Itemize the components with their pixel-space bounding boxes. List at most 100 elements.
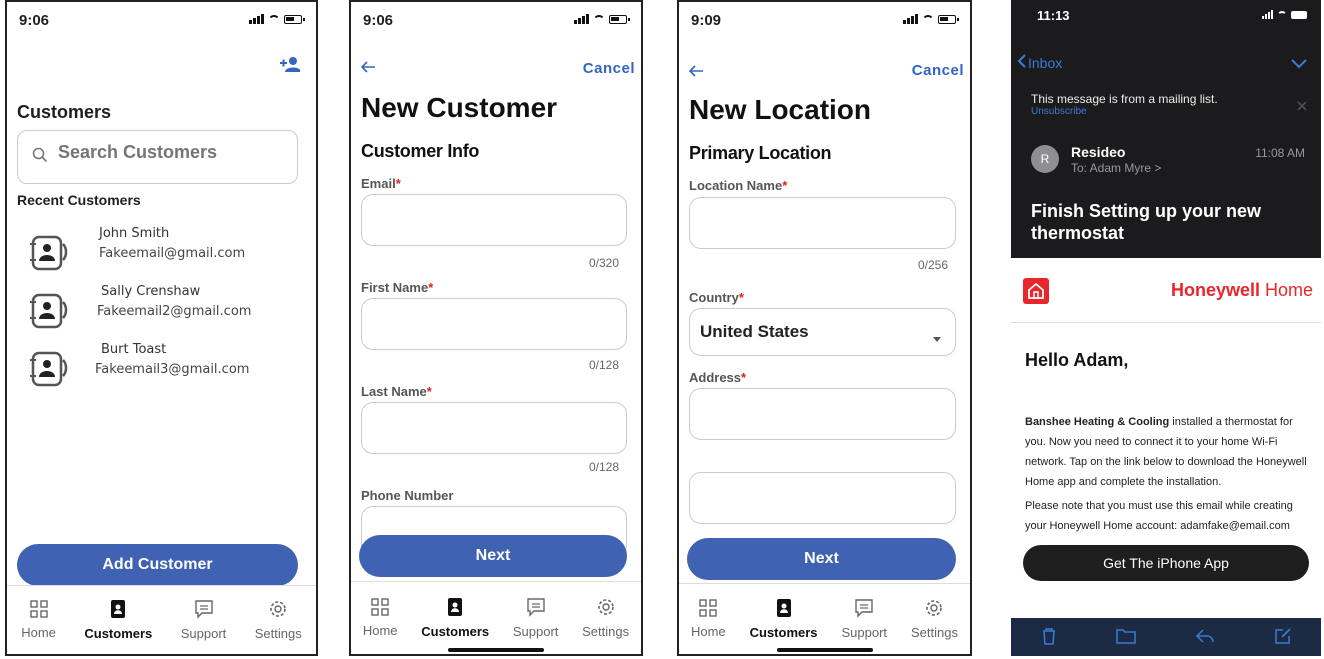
- page-title: New Customer: [361, 92, 558, 123]
- tab-customers[interactable]: Customers: [421, 597, 489, 639]
- body-paragraph-2: Please note that you must use this email…: [1025, 500, 1293, 532]
- chat-icon: [194, 599, 214, 623]
- wifi-icon: [922, 15, 934, 24]
- first-name-counter: 0/128: [588, 358, 619, 372]
- country-select[interactable]: United States: [689, 308, 956, 356]
- tab-support[interactable]: Support: [180, 599, 227, 641]
- gear-icon: [596, 597, 616, 621]
- contact-book-icon: [108, 599, 128, 623]
- reply-icon[interactable]: [1195, 628, 1215, 649]
- tab-label: Customers: [749, 625, 818, 640]
- label-text: Address: [689, 370, 742, 385]
- status-icons: [903, 14, 959, 24]
- add-customer-button[interactable]: Add Customer: [17, 544, 298, 586]
- cancel-button[interactable]: Cancel: [912, 62, 964, 79]
- signal-icon: [903, 14, 918, 24]
- location-name-field[interactable]: [689, 197, 956, 249]
- grid-icon: [29, 600, 48, 622]
- installer-name: Banshee Heating & Cooling: [1025, 416, 1170, 428]
- email-subject: Finish Setting up your new thermostat: [1031, 201, 1262, 243]
- status-time: 9:09: [691, 12, 722, 29]
- cancel-button[interactable]: Cancel: [583, 60, 635, 77]
- required-marker: *: [741, 370, 747, 385]
- search-input[interactable]: [56, 141, 280, 164]
- tab-label: Customers: [84, 626, 153, 641]
- honeywell-home-logo-icon: [1023, 278, 1049, 309]
- status-bar: 9:06: [351, 10, 641, 34]
- tab-support[interactable]: Support: [513, 597, 558, 639]
- status-bar: 9:06: [7, 10, 316, 34]
- body-paragraph-1: Banshee Heating & Cooling installed a th…: [1025, 412, 1307, 492]
- tab-customers[interactable]: Customers: [84, 599, 152, 641]
- unsubscribe-link[interactable]: Unsubscribe: [1031, 106, 1311, 117]
- sender-avatar: R: [1031, 145, 1059, 173]
- recipient-line[interactable]: To: Adam Myre >: [1071, 161, 1161, 175]
- email-body: Honeywell Home Hello Adam, Banshee Heati…: [1011, 258, 1321, 618]
- first-name-label: First Name*: [361, 280, 433, 295]
- address-label: Address*: [689, 370, 746, 385]
- tab-bar: Home Customers Support Settings: [351, 581, 641, 654]
- last-name-label: Last Name*: [361, 384, 432, 399]
- inbox-back-button[interactable]: Inbox: [1017, 54, 1062, 71]
- compose-icon[interactable]: [1274, 627, 1292, 650]
- tab-label: Settings: [254, 626, 302, 641]
- greeting: Hello Adam,: [1025, 350, 1129, 370]
- back-arrow-icon[interactable]: [360, 60, 375, 78]
- contact-book-icon: [445, 597, 465, 621]
- tab-settings[interactable]: Settings: [255, 599, 302, 641]
- home-indicator: [776, 648, 873, 652]
- email-label: Email*: [361, 176, 401, 191]
- tab-bar: Home Customers Support Settings: [679, 583, 970, 654]
- customer-row[interactable]: Burt Toast Fakeemail3@gmail.com: [29, 342, 316, 392]
- tab-label: Home: [362, 623, 398, 638]
- required-marker: *: [426, 384, 432, 399]
- new-location-screen: 9:09 Cancel New Location Primary Locatio…: [677, 0, 972, 656]
- tab-settings[interactable]: Settings: [582, 597, 629, 639]
- tab-settings[interactable]: Settings: [911, 598, 958, 640]
- address-field[interactable]: [689, 388, 956, 440]
- search-icon: [32, 147, 48, 168]
- email-field[interactable]: [361, 194, 627, 246]
- next-button[interactable]: Next: [687, 538, 956, 580]
- tab-home[interactable]: Home: [691, 599, 726, 639]
- last-name-field[interactable]: [361, 402, 627, 454]
- search-bar[interactable]: [17, 130, 298, 184]
- email-counter: 0/320: [588, 256, 619, 270]
- phone-number-label: Phone Number: [361, 488, 454, 503]
- brand-wordmark: Honeywell Home: [1171, 280, 1313, 301]
- signal-icon: [1262, 10, 1273, 19]
- mail-toolbar: [1011, 618, 1321, 656]
- status-time: 9:06: [363, 12, 394, 29]
- avatar-initial: R: [1040, 152, 1050, 166]
- customer-row[interactable]: John Smith Fakeemail@gmail.com: [29, 226, 316, 276]
- first-name-field[interactable]: [361, 298, 627, 350]
- back-arrow-icon[interactable]: [688, 64, 703, 82]
- tab-bar: Home Customers Support Settings: [7, 585, 316, 654]
- required-marker: *: [395, 176, 401, 191]
- address-line2-field[interactable]: [689, 472, 956, 524]
- next-button[interactable]: Next: [359, 535, 627, 577]
- folder-icon[interactable]: [1115, 628, 1136, 649]
- status-time: 9:06: [19, 12, 50, 29]
- tab-home[interactable]: Home: [363, 598, 398, 638]
- close-icon[interactable]: [1297, 98, 1307, 116]
- tab-label: Support: [841, 625, 888, 640]
- label-text: Email: [361, 176, 396, 191]
- customer-row[interactable]: Sally Crenshaw Fakeemail2@gmail.com: [29, 284, 316, 334]
- get-iphone-app-button[interactable]: Get The iPhone App: [1023, 545, 1309, 581]
- country-label: Country*: [689, 290, 744, 305]
- add-user-icon[interactable]: [280, 56, 301, 72]
- contact-book-icon: [29, 290, 69, 330]
- chevron-down-icon[interactable]: [1291, 56, 1307, 74]
- tab-customers[interactable]: Customers: [750, 598, 818, 640]
- signal-icon: [249, 14, 264, 24]
- status-icons: [249, 14, 305, 24]
- tab-support[interactable]: Support: [841, 598, 887, 640]
- tab-label: Support: [180, 626, 227, 641]
- wifi-icon: [268, 15, 280, 24]
- trash-icon[interactable]: [1041, 627, 1057, 650]
- tab-home[interactable]: Home: [21, 600, 56, 640]
- customer-name: John Smith: [99, 226, 170, 241]
- section-title: Primary Location: [689, 143, 832, 163]
- grid-icon: [371, 598, 389, 620]
